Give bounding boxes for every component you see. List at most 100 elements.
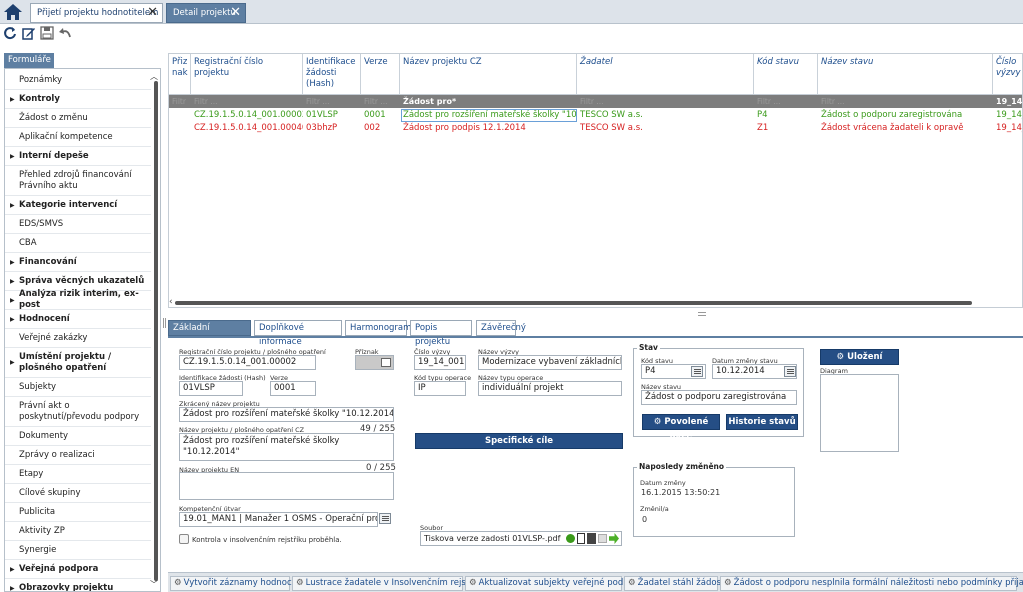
nazev-vyzvy-field[interactable]: Modernizace vybavení základních ško xyxy=(478,355,622,370)
filter-cell[interactable]: Filtr ... xyxy=(818,95,993,108)
edit-file-icon[interactable] xyxy=(598,534,607,543)
column-header[interactable]: Registrační číslo projektu xyxy=(191,54,303,94)
table-cell[interactable]: Žádost vrácena žadateli k opravě xyxy=(818,122,993,135)
home-icon[interactable] xyxy=(2,2,24,22)
hash-field[interactable]: 01VLSP xyxy=(179,381,243,396)
detail-tab[interactable]: Popis projektu xyxy=(410,320,472,347)
refresh-icon[interactable] xyxy=(3,26,17,40)
filter-cell[interactable]: Filtr ... xyxy=(191,95,303,108)
table-cell[interactable]: 0001 xyxy=(361,109,400,122)
table-cell[interactable]: Žádost pro podpis 12.1.2014 xyxy=(400,122,577,135)
sidebar-item[interactable]: ▶ Obrazovky projektu xyxy=(5,579,151,592)
sidebar-item[interactable]: ▶ Kontroly xyxy=(5,90,151,109)
sidebar-item[interactable]: ▶ Hodnocení xyxy=(5,310,151,329)
filter-cell[interactable]: Filtr ... xyxy=(577,95,754,108)
sidebar-item[interactable]: Veřejné zakázky xyxy=(5,329,151,348)
table-cell[interactable]: Žádost o podporu zaregistrována xyxy=(818,109,993,122)
name-en-textarea[interactable] xyxy=(179,472,394,500)
short-name-field[interactable]: Žádost pro rozšíření mateřské školky "10… xyxy=(179,407,394,422)
sidebar-item[interactable]: Publicita xyxy=(5,503,151,522)
bottom-action-button[interactable]: ⚙ Žádost o podporu nesplnila formální nál… xyxy=(720,576,1023,591)
ulozeni-diagramu-button[interactable]: ⚙ Uložení diagramu xyxy=(820,349,899,376)
sidebar-scrollbar[interactable] xyxy=(154,81,158,581)
specific-goals-button[interactable]: Specifické cíle xyxy=(415,433,623,449)
table-cell[interactable]: 002 xyxy=(361,122,400,135)
sidebar-item[interactable]: ▶ Analýza rizik interim, ex-post xyxy=(5,289,151,310)
table-cell[interactable]: 19_14_ xyxy=(993,122,1022,135)
grid-horizontal-scrollbar[interactable] xyxy=(175,301,972,305)
sidebar-item[interactable]: ▶ Kategorie intervencí xyxy=(5,196,151,215)
vertical-splitter[interactable] xyxy=(162,53,167,592)
sidebar-item[interactable]: Aplikační kompetence xyxy=(5,128,151,147)
filter-cell[interactable]: Filtr xyxy=(169,95,191,108)
close-icon[interactable]: ✕ xyxy=(147,4,158,21)
table-cell[interactable]: TESCO SW a.s. xyxy=(577,109,754,122)
sidebar-item[interactable]: Přehled zdrojů financování Právního aktu xyxy=(5,166,151,196)
column-header[interactable]: Přiz nak xyxy=(169,54,191,94)
table-cell[interactable]: 01VLSP xyxy=(303,109,361,122)
kod-typu-field[interactable]: IP xyxy=(414,381,466,396)
tab-detail-projektu[interactable]: Detail projektu ✕ xyxy=(166,3,246,23)
close-icon[interactable]: ✕ xyxy=(230,4,241,21)
column-header[interactable]: Identifikace žádosti (Hash) xyxy=(303,54,361,94)
sidebar-item[interactable]: Cílové skupiny xyxy=(5,484,151,503)
filter-cell[interactable]: Filtr ... xyxy=(754,95,818,108)
chevron-up-icon[interactable]: ︿ xyxy=(150,71,158,82)
insolvency-checkbox[interactable] xyxy=(179,534,189,544)
table-cell[interactable]: CZ.19.1.5.0.14_001.00040 xyxy=(191,122,303,135)
table-cell[interactable]: CZ.19.1.5.0.14_001.00002 xyxy=(191,109,303,122)
list-picker-icon[interactable] xyxy=(379,513,391,524)
sidebar-item[interactable]: Žádost o změnu xyxy=(5,109,151,128)
list-picker-icon[interactable] xyxy=(691,366,703,377)
filter-cell[interactable]: Filtr ... xyxy=(361,95,400,108)
priznak-field[interactable] xyxy=(355,355,394,370)
filter-cell[interactable]: Filtr ... xyxy=(303,95,361,108)
komp-field[interactable]: 19.01_MAN1 | Manažer 1 OSMS - Operační p… xyxy=(179,512,378,527)
attach-icon[interactable] xyxy=(566,534,575,543)
forward-arrow-icon[interactable] xyxy=(609,533,619,544)
printer-icon[interactable] xyxy=(381,358,391,367)
detail-tab[interactable]: Doplňkové informace xyxy=(254,320,342,347)
column-header[interactable]: Název projektu CZ xyxy=(400,54,577,94)
calendar-icon[interactable] xyxy=(784,366,796,377)
table-cell[interactable]: TESCO SW a.s. xyxy=(577,122,754,135)
sidebar-item[interactable]: CBA xyxy=(5,234,151,253)
povolene-akce-button[interactable]: ⚙ Povolené akce xyxy=(642,414,720,441)
column-header[interactable]: Číslo výzvy xyxy=(993,54,1022,94)
vyzva-field[interactable]: 19_14_001 xyxy=(414,355,466,370)
bottom-action-button[interactable]: ⚙ Žadatel stáhl žádost xyxy=(624,576,724,591)
bottom-action-button[interactable]: ⚙ Vytvořit záznamy hodnocení xyxy=(170,576,305,591)
scroll-left-icon[interactable]: ‹ xyxy=(169,297,173,307)
column-header[interactable]: Žadatel xyxy=(577,54,754,94)
historie-stavu-button[interactable]: Historie stavů xyxy=(726,414,798,430)
sidebar-item[interactable]: ▶ Financování xyxy=(5,253,151,272)
tab-prijeti-projektu[interactable]: Přijetí projektu hodnotitelem ✕ xyxy=(30,3,163,23)
sidebar-item[interactable]: EDS/SMVS xyxy=(5,215,151,234)
download-icon[interactable] xyxy=(587,533,596,544)
sidebar-item[interactable]: Právní akt o poskytnutí/převodu podpory xyxy=(5,397,151,427)
table-cell[interactable]: Z1 xyxy=(754,122,818,135)
column-header[interactable]: Název stavu xyxy=(818,54,993,94)
nazev-typu-field[interactable]: individuální projekt xyxy=(478,381,622,396)
table-cell[interactable]: 19_14_ xyxy=(993,109,1022,122)
reg-number-field[interactable]: CZ.19.1.5.0.14_001.00002 xyxy=(179,355,316,370)
edit-icon[interactable] xyxy=(22,26,36,40)
table-cell[interactable] xyxy=(169,109,191,122)
chevron-down-icon[interactable]: ﹀ xyxy=(150,579,158,590)
horizontal-splitter[interactable] xyxy=(168,311,1023,319)
verze-field[interactable]: 0001 xyxy=(270,381,316,396)
sidebar-item[interactable]: Etapy xyxy=(5,465,151,484)
filter-cell[interactable]: Žádost pro* xyxy=(400,95,577,108)
save-icon[interactable] xyxy=(40,26,54,40)
table-cell[interactable]: P4 xyxy=(754,109,818,122)
diagram-area[interactable] xyxy=(820,374,899,452)
sidebar-item[interactable]: ▶ Interní depeše xyxy=(5,147,151,166)
sidebar-item[interactable]: Subjekty xyxy=(5,378,151,397)
sidebar-item[interactable]: Aktivity ZP xyxy=(5,522,151,541)
nazev-stavu-field[interactable]: Žádost o podporu zaregistrována xyxy=(641,390,797,405)
detail-tab[interactable]: Závěrečný xyxy=(476,320,526,336)
column-header[interactable]: Kód stavu xyxy=(754,54,818,94)
name-cz-textarea[interactable]: Žádost pro rozšíření mateřské školky "10… xyxy=(179,433,394,461)
detail-tab[interactable]: Základní informace xyxy=(168,320,251,347)
column-header[interactable]: Verze xyxy=(361,54,400,94)
